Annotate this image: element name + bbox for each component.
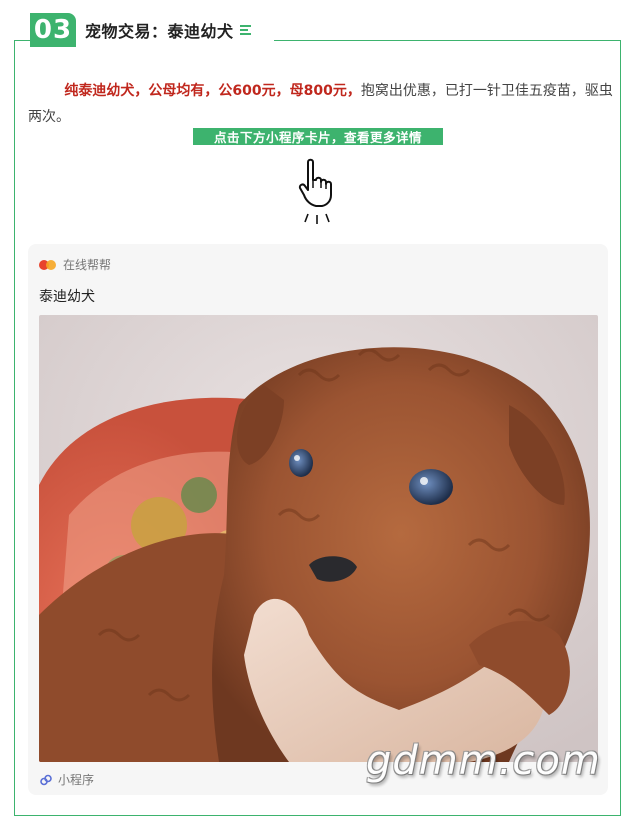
puppy-photo[interactable] <box>39 315 598 762</box>
description-paragraph: 纯泰迪幼犬，公母均有，公600元，母800元，抱窝出优惠，已打一针卫佳五疫苗，驱… <box>28 78 614 130</box>
mini-program-label: 小程序 <box>58 773 95 787</box>
card-header: 在线帮帮 <box>39 256 111 273</box>
section-number-badge: 03 <box>30 13 76 47</box>
frame-top-right-line <box>274 40 621 41</box>
cta-banner: 点击下方小程序卡片，查看更多详情 <box>193 128 443 145</box>
app-logo-icon <box>39 259 57 271</box>
pointing-hand-icon <box>298 158 332 224</box>
card-source-name: 在线帮帮 <box>63 258 112 272</box>
card-title: 泰迪幼犬 <box>39 289 95 305</box>
section-header: 03 宠物交易：泰迪幼犬 <box>30 12 252 48</box>
mini-program-link-icon <box>40 774 52 785</box>
section-title: 宠物交易：泰迪幼犬 <box>85 22 234 41</box>
menu-lines-icon <box>239 25 252 35</box>
frame-top-left-line <box>14 40 30 41</box>
card-footer: 小程序 <box>39 771 94 788</box>
watermark-text: gdmm.com <box>366 738 601 784</box>
mini-program-card[interactable]: 在线帮帮 泰迪幼犬 小程序 <box>28 244 608 795</box>
price-highlight: 纯泰迪幼犬，公母均有，公600元，母800元， <box>64 83 361 99</box>
